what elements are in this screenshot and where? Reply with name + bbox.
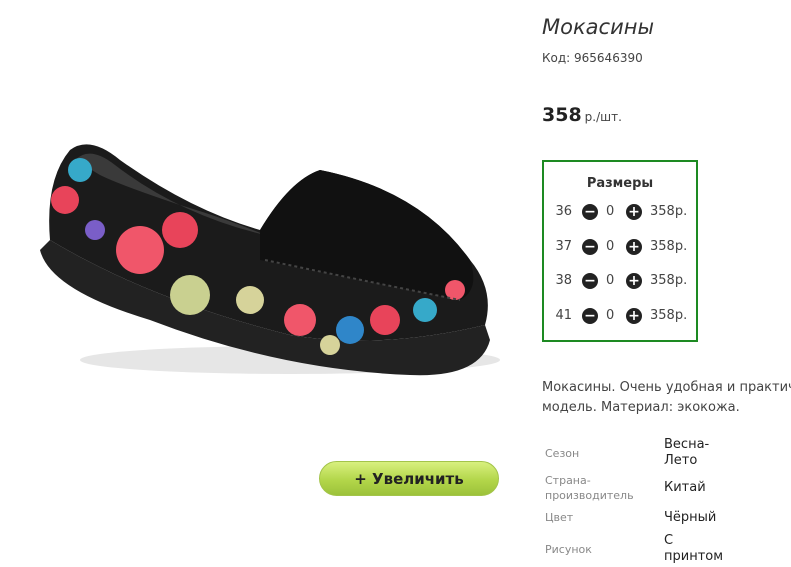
size-row: 37 − 0 + 358р. bbox=[544, 237, 696, 257]
attribute-value-print: Спринтом bbox=[664, 533, 723, 565]
increase-quantity-button[interactable]: + bbox=[626, 204, 642, 220]
price-value: 358 bbox=[542, 104, 582, 126]
size-row: 36 − 0 + 358р. bbox=[544, 202, 696, 222]
product-title: Мокасины bbox=[542, 15, 655, 39]
increase-quantity-button[interactable]: + bbox=[626, 239, 642, 255]
attr-value-line: Чёрный bbox=[664, 510, 717, 525]
size-label: 38 bbox=[555, 273, 572, 288]
attr-label-text: Страна- bbox=[545, 474, 591, 487]
sizes-panel: Размеры 36 − 0 + 358р. 37 − 0 + 358р. 38… bbox=[542, 160, 698, 342]
decrease-quantity-button[interactable]: − bbox=[582, 273, 598, 289]
attribute-label-country: Страна-производитель bbox=[545, 473, 634, 503]
product-image[interactable] bbox=[30, 120, 500, 390]
description-line: модель. Материал: экокожа. bbox=[542, 400, 740, 415]
zoom-button-label: + Увеличить bbox=[354, 469, 464, 488]
sizes-title: Размеры bbox=[586, 176, 654, 191]
product-price: 358 р./шт. bbox=[542, 104, 622, 126]
decrease-quantity-button[interactable]: − bbox=[582, 204, 598, 220]
quantity-value: 0 bbox=[606, 239, 615, 254]
increase-quantity-button[interactable]: + bbox=[626, 308, 642, 324]
size-label: 41 bbox=[555, 308, 572, 323]
size-label: 36 bbox=[555, 204, 572, 219]
attribute-value-country: Китай bbox=[664, 480, 706, 496]
increase-quantity-button[interactable]: + bbox=[626, 273, 642, 289]
attribute-value-color: Чёрный bbox=[664, 510, 716, 526]
quantity-value: 0 bbox=[606, 308, 615, 323]
attr-value-line: Весна- bbox=[664, 437, 710, 452]
attribute-label-season: Сезон bbox=[545, 446, 579, 461]
attr-label-text: производитель bbox=[545, 489, 634, 502]
size-row: 38 − 0 + 358р. bbox=[544, 271, 696, 291]
attr-label-text: Цвет bbox=[545, 511, 574, 524]
attr-value-line: принтом bbox=[664, 549, 724, 564]
product-description: Мокасины. Очень удобная и практичная мод… bbox=[542, 378, 791, 418]
attr-value-line: Китай bbox=[664, 480, 706, 495]
attribute-label-print: Рисунок bbox=[545, 542, 592, 557]
attr-label-text: Сезон bbox=[545, 447, 580, 460]
description-line: Мокасины. Очень удобная и практичная bbox=[542, 380, 791, 395]
decrease-quantity-button[interactable]: − bbox=[582, 308, 598, 324]
attr-value-line: С bbox=[664, 533, 674, 548]
attr-label-text: Рисунок bbox=[545, 543, 592, 556]
size-price: 358р. bbox=[650, 239, 688, 254]
attribute-label-color: Цвет bbox=[545, 510, 573, 525]
size-row: 41 − 0 + 358р. bbox=[544, 306, 696, 326]
size-label: 37 bbox=[555, 239, 572, 254]
size-price: 358р. bbox=[650, 273, 688, 288]
quantity-value: 0 bbox=[606, 273, 615, 288]
attribute-value-season: Весна- Лето bbox=[664, 437, 709, 469]
decrease-quantity-button[interactable]: − bbox=[582, 239, 598, 255]
zoom-button[interactable]: + Увеличить bbox=[319, 461, 499, 496]
attr-value-line: Лето bbox=[664, 453, 698, 468]
size-price: 358р. bbox=[650, 308, 688, 323]
price-unit: р./шт. bbox=[584, 110, 622, 124]
quantity-value: 0 bbox=[606, 204, 615, 219]
size-price: 358р. bbox=[650, 204, 688, 219]
product-code: Код: 965646390 bbox=[542, 51, 643, 65]
